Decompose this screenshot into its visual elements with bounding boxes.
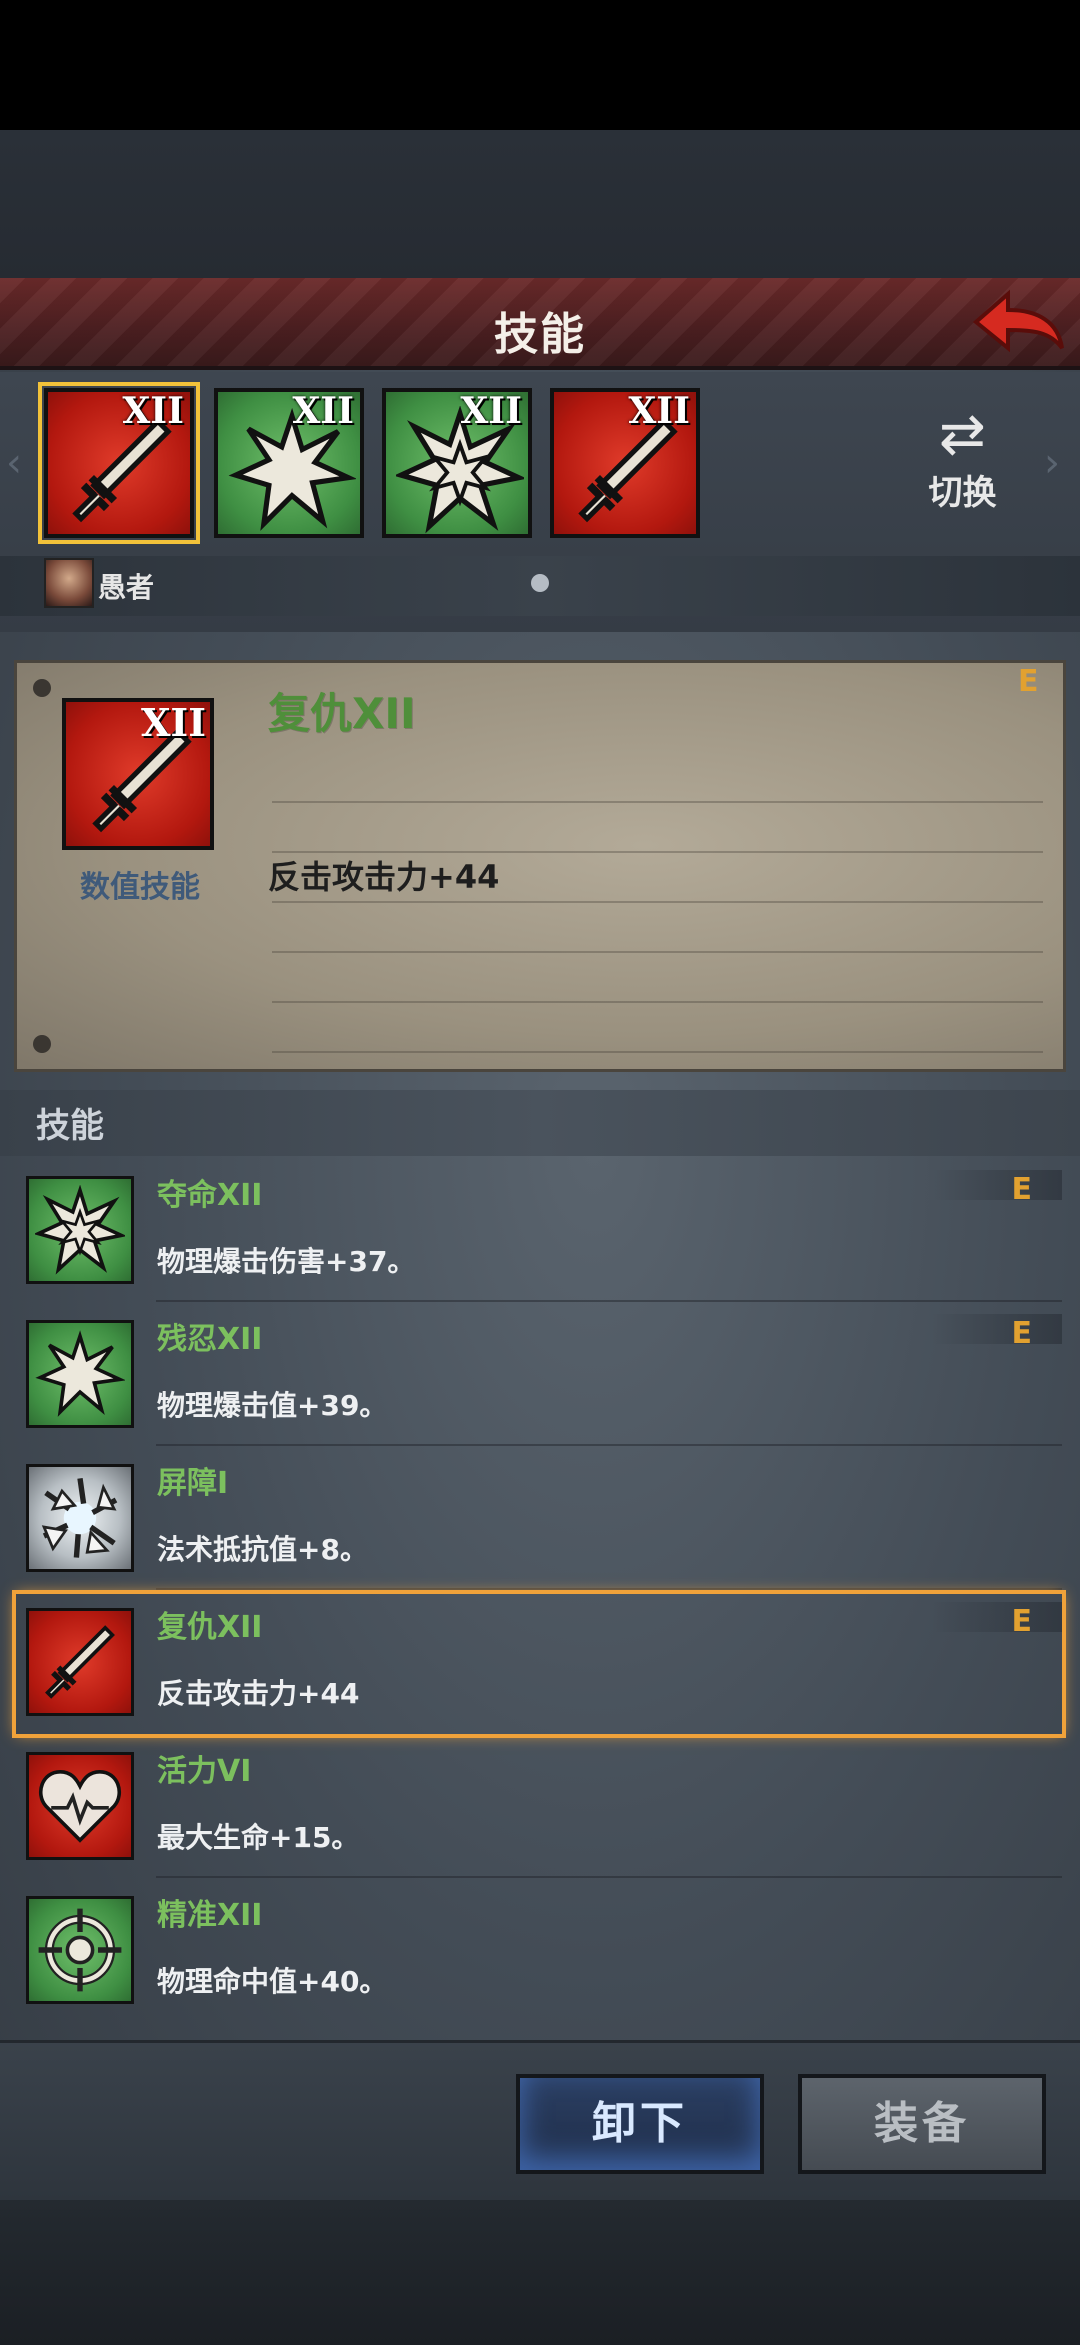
chevron-left-icon[interactable]: ‹ [6,440,22,486]
swap-arrows-icon: ⇄ [939,402,986,467]
skills-list-title: 技能 [36,1106,104,1146]
header-bar: 技能 [0,278,1080,370]
skill-description: 物理命中值+40。 [157,1965,388,1998]
divider [156,1588,1062,1590]
skill-name: 残忍XII [157,1322,263,1357]
page-title: 技能 [494,309,586,360]
detail-skill-icon: XII [62,698,214,850]
skill-slot-4[interactable]: XII [550,388,700,538]
detail-skill-description: 反击攻击力+44 [268,858,500,896]
upper-background [0,130,1080,280]
detail-skill-name: 复仇XII [268,689,416,738]
shatter-icon [41,1478,118,1558]
skill-grade: E [1011,1316,1033,1351]
character-name: 愚者 [98,571,155,604]
sword-icon [45,1625,115,1699]
skill-icon [26,1752,134,1860]
heart-icon [39,1769,121,1843]
double-burst-icon [35,1185,125,1275]
skill-grade: E [1011,1172,1033,1207]
page-indicator-dot [531,574,549,592]
detail-level: XII [140,700,206,745]
skills-list-header [0,1090,1080,1156]
unequip-button[interactable]: 卸下 [516,2074,764,2174]
row-tab [932,1170,1062,1200]
skill-description: 法术抵抗值+8。 [157,1533,368,1566]
skill-icon [26,1320,134,1428]
skill-description: 反击攻击力+44 [157,1677,360,1710]
list-item[interactable]: 精准XII 物理命中值+40。 [16,1882,1062,2022]
skill-icon [26,1608,134,1716]
row-tab [932,1602,1062,1632]
divider [156,1876,1062,1878]
skill-description: 最大生命+15。 [157,1821,360,1854]
skill-icon [26,1896,134,2004]
skill-name: 复仇XII [157,1610,263,1645]
skill-slot-1[interactable]: XII [38,382,200,544]
bottom-background [0,2200,1080,2345]
skill-slot-3[interactable]: XII [382,388,532,538]
switch-label: 切换 [928,473,997,513]
equip-button[interactable]: 装备 [798,2074,1046,2174]
skill-icon [26,1464,134,1572]
list-item[interactable]: 屏障I 法术抵抗值+8。 [16,1450,1062,1590]
detail-skill-type: 数值技能 [80,870,200,905]
switch-button[interactable]: ⇄ 切换 [915,405,1010,525]
skill-description: 物理爆击伤害+37。 [157,1245,416,1278]
skill-icon [26,1176,134,1284]
row-tab [932,1314,1062,1344]
crosshair-icon [38,1908,122,1992]
status-bar-area [0,0,1080,130]
list-item[interactable]: 残忍XII 物理爆击值+39。 E [16,1306,1062,1446]
ruled-lines [272,753,1043,1053]
chevron-right-icon[interactable]: › [1044,440,1060,486]
skill-grade: E [1011,1604,1033,1639]
divider [156,1300,1062,1302]
skill-slot-2[interactable]: XII [214,388,364,538]
skill-name: 屏障I [157,1466,229,1501]
slot-level: XII [292,390,354,432]
skill-description: 物理爆击值+39。 [157,1389,388,1422]
rivet-icon [33,1035,51,1053]
skill-name: 精准XII [157,1898,263,1933]
slot-level: XII [122,390,184,432]
slot-level: XII [628,390,690,432]
list-item-selected[interactable]: 复仇XII 反击攻击力+44 E [12,1590,1066,1738]
skill-name: 活力VI [157,1754,252,1789]
list-item[interactable]: 活力VI 最大生命+15。 [16,1738,1062,1878]
avatar[interactable] [44,558,94,608]
burst-icon [35,1330,125,1417]
back-arrow-icon[interactable] [968,286,1068,358]
slot-level: XII [460,390,522,432]
skill-name: 夺命XII [157,1178,263,1213]
rivet-icon [33,679,51,697]
divider [156,1444,1062,1446]
list-item[interactable]: 夺命XII 物理爆击伤害+37。 E [16,1162,1062,1302]
detail-grade: E [1018,664,1039,699]
